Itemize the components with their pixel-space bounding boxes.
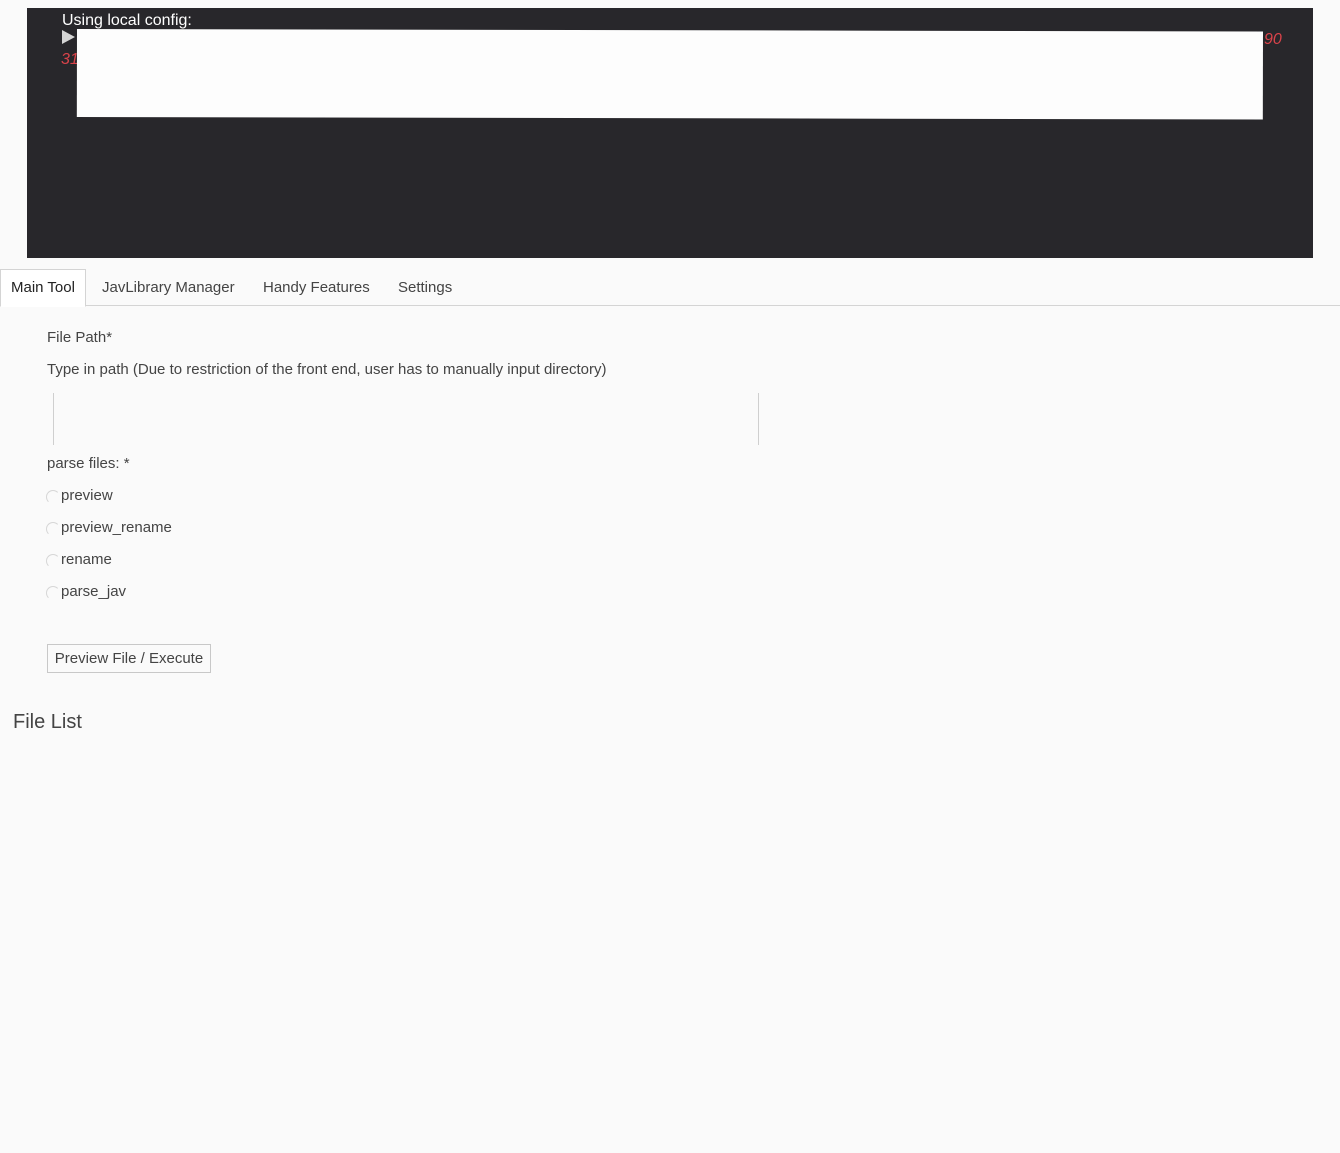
radio-button-icon[interactable] [46,554,60,568]
radio-option-rename[interactable]: rename [46,550,112,570]
play-icon[interactable] [62,30,75,44]
console-output-panel: Using local config: 31 90 [27,8,1313,258]
radio-label: preview [61,487,113,504]
file-list-title: File List [13,711,82,733]
tab-bar: Main Tool JavLibrary Manager Handy Featu… [0,269,1340,307]
radio-option-preview[interactable]: preview [46,486,113,506]
radio-label: parse_jav [61,583,127,600]
tab-javlibrary-manager[interactable]: JavLibrary Manager [92,269,245,306]
parse-files-label: parse files: * [47,455,130,472]
file-path-label: File Path* [47,329,113,346]
radio-option-parse-jav[interactable]: parse_jav [46,582,126,602]
console-fragment-right: 90 [1264,31,1282,48]
console-title: Using local config: [62,12,192,29]
radio-button-icon[interactable] [46,586,60,600]
tab-handy-features[interactable]: Handy Features [253,269,380,306]
file-path-hint: Type in path (Due to restriction of the … [47,361,607,378]
redacted-region [76,29,1263,120]
radio-option-preview-rename[interactable]: preview_rename [46,518,172,538]
file-path-input[interactable] [53,393,759,445]
radio-button-icon[interactable] [46,522,60,536]
radio-label: rename [61,551,112,568]
tab-main-tool[interactable]: Main Tool [0,269,86,307]
preview-execute-button[interactable]: Preview File / Execute [47,644,211,673]
radio-button-icon[interactable] [46,490,60,504]
tab-settings[interactable]: Settings [388,269,462,306]
radio-label: preview_rename [61,519,172,536]
